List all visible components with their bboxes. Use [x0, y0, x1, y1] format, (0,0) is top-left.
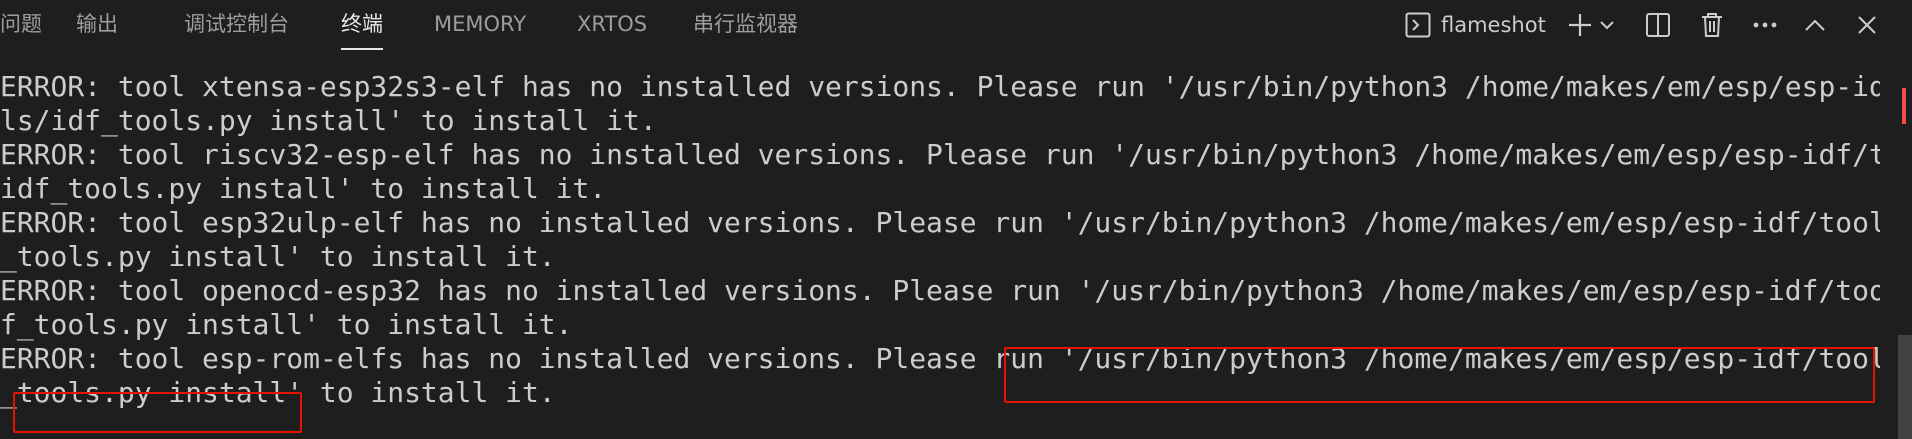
maximize-panel-button[interactable] — [1800, 10, 1830, 40]
tab-memory[interactable]: MEMORY — [434, 0, 526, 50]
terminal-line: ERROR: tool riscv32-esp-elf has no insta… — [0, 138, 1880, 171]
terminal-profile-dropdown[interactable] — [1597, 10, 1617, 40]
trash-icon — [1700, 12, 1724, 38]
highlight-box-command — [1004, 347, 1875, 403]
chevron-down-icon — [1599, 17, 1615, 33]
scrollbar-thumb[interactable] — [1898, 335, 1912, 439]
more-actions-button[interactable] — [1750, 10, 1780, 40]
tab-xrtos[interactable]: XRTOS — [577, 0, 647, 50]
tab-terminal[interactable]: 终端 — [341, 0, 383, 50]
tab-problems[interactable]: 问题 — [0, 0, 42, 50]
kill-terminal-button[interactable] — [1697, 10, 1727, 40]
split-icon — [1645, 12, 1671, 38]
panel-tab-bar: 问题 输出 调试控制台 终端 MEMORY XRTOS 串行监视器 flames… — [0, 0, 1912, 50]
terminal-scrollbar[interactable] — [1880, 50, 1912, 439]
terminal-line: ERROR: tool openocd-esp32 has no install… — [0, 274, 1880, 307]
terminal-icon — [1405, 12, 1431, 38]
error-scroll-marker — [1902, 88, 1906, 124]
split-terminal-button[interactable] — [1643, 10, 1673, 40]
close-icon — [1857, 15, 1877, 35]
terminal-line: ERROR: tool xtensa-esp32s3-elf has no in… — [0, 70, 1880, 103]
terminal-line: _tools.py install' to install it. — [0, 240, 556, 273]
terminal-output[interactable]: ERROR: tool xtensa-esp32s3-elf has no in… — [0, 50, 1880, 439]
new-terminal-button[interactable] — [1565, 10, 1595, 40]
terminal-line: ls/idf_tools.py install' to install it. — [0, 104, 657, 137]
ellipsis-icon — [1752, 21, 1778, 29]
terminal-line: f_tools.py install' to install it. — [0, 308, 573, 341]
terminal-line: idf_tools.py install' to install it. — [0, 172, 607, 205]
tab-serial-monitor[interactable]: 串行监视器 — [693, 0, 798, 50]
terminal-line: ERROR: tool esp32ulp-elf has no installe… — [0, 206, 1880, 239]
highlight-box-command-continued — [13, 392, 302, 433]
plus-icon — [1567, 12, 1593, 38]
tab-debug-console[interactable]: 调试控制台 — [184, 0, 289, 50]
close-panel-button[interactable] — [1852, 10, 1882, 40]
chevron-up-icon — [1804, 18, 1826, 32]
tab-output[interactable]: 输出 — [76, 0, 118, 50]
terminal-name: flameshot — [1441, 13, 1546, 37]
